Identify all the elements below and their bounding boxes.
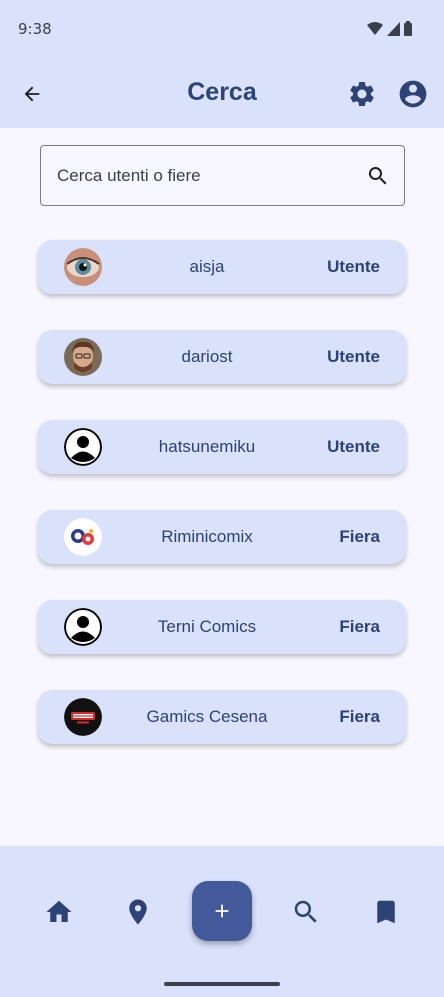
result-name: aisja [189,257,225,276]
result-type: Fiera [339,617,380,636]
default-account-icon [64,428,102,466]
battery-icon [404,21,412,36]
home-indicator[interactable] [164,982,280,986]
gamics-logo-icon [64,698,102,736]
account-button[interactable] [397,78,429,110]
signal-icon [387,21,400,36]
location-icon [129,899,147,925]
list-item[interactable]: aisja Utente [38,240,406,294]
result-name: Gamics Cesena [146,707,268,726]
app-bar: Cerca [0,58,444,128]
list-item[interactable]: Riminicomix Fiera [38,510,406,564]
result-name: dariost [181,347,233,366]
default-account-icon [64,608,102,646]
list-item[interactable]: Gamics Cesena Fiera [38,690,406,744]
search-icon [294,900,317,923]
avatar [64,518,102,556]
result-name: Terni Comics [157,617,257,636]
list-item[interactable]: Terni Comics Fiera [38,600,406,654]
eye-photo-icon [64,248,102,286]
avatar [64,338,102,376]
bottom-navigation [0,846,444,997]
account-circle-icon [399,80,427,108]
gear-icon [350,82,374,106]
search-icon[interactable] [366,164,390,188]
settings-button[interactable] [346,78,378,110]
add-icon [215,904,229,918]
person-photo-icon [64,338,102,376]
result-type: Utente [327,257,380,276]
status-icons [367,21,412,36]
nav-bookmarks-button[interactable] [370,896,402,928]
search-field[interactable] [40,145,405,206]
status-bar: 9:38 [0,0,444,58]
avatar [64,428,102,466]
add-button[interactable] [192,881,252,941]
list-item[interactable]: dariost Utente [38,330,406,384]
avatar [64,248,102,286]
result-type: Utente [327,437,380,456]
home-icon [46,900,72,922]
result-type: Utente [327,347,380,366]
result-name: hatsunemiku [158,437,256,456]
wifi-icon [367,21,383,35]
result-type: Fiera [339,707,380,726]
riminicomix-logo-icon [64,518,102,556]
nav-search-button[interactable] [290,896,322,928]
status-time: 9:38 [18,20,52,38]
list-item[interactable]: hatsunemiku Utente [38,420,406,474]
result-name: Riminicomix [161,527,253,546]
nav-map-button[interactable] [122,896,154,928]
avatar [64,608,102,646]
result-type: Fiera [339,527,380,546]
results-list: aisja Utente dariost Utente hatsunemiku [38,240,406,780]
search-input[interactable] [41,146,351,205]
nav-home-button[interactable] [43,896,75,928]
avatar [64,698,102,736]
bookmark-icon [377,900,395,924]
